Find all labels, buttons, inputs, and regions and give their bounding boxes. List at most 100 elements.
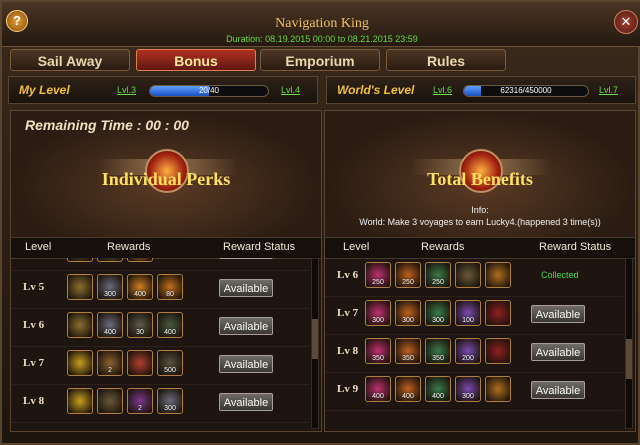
- reward-item-icon[interactable]: [485, 376, 511, 402]
- reward-item-icon[interactable]: 30: [67, 258, 93, 262]
- reward-item-icon[interactable]: 200: [97, 258, 123, 262]
- tab-sail-away[interactable]: Sail Away: [10, 49, 130, 71]
- my-level-current: Lvl.3: [117, 85, 137, 95]
- reward-quantity: 400: [134, 291, 146, 298]
- benefits-scrollbar[interactable]: [625, 258, 633, 429]
- reward-item-icon[interactable]: [67, 388, 93, 414]
- reward-item-icon[interactable]: [67, 350, 93, 376]
- close-icon[interactable]: ✕: [614, 10, 638, 34]
- world-level-bar: World's Level Lvl.6 62316/450000 Lvl.7: [326, 76, 636, 104]
- reward-item-icon[interactable]: 30: [127, 312, 153, 338]
- row-level: Lv 7: [23, 357, 45, 369]
- reward-quantity: 100: [462, 317, 474, 324]
- my-level-next: Lvl.4: [281, 85, 301, 95]
- world-level-next: Lvl.7: [599, 85, 619, 95]
- info-label: Info:: [471, 205, 489, 215]
- available-button[interactable]: Available: [531, 381, 585, 399]
- reward-items: 400 400 400 300: [365, 376, 515, 406]
- available-button[interactable]: Available: [219, 258, 273, 259]
- window-title: Navigation King: [275, 16, 369, 31]
- reward-item-icon[interactable]: 400: [395, 376, 421, 402]
- benefits-rows[interactable]: Lv 6 250 250 250 Collected Lv 7 300 300 300 100 Av…: [325, 258, 623, 431]
- available-button[interactable]: Available: [531, 305, 585, 323]
- world-level-current: Lvl.6: [433, 85, 453, 95]
- reward-item-icon[interactable]: 300: [455, 376, 481, 402]
- available-button[interactable]: Available: [219, 279, 273, 297]
- reward-item-icon[interactable]: [485, 300, 511, 326]
- reward-item-icon[interactable]: 2: [127, 388, 153, 414]
- reward-item-icon[interactable]: [127, 258, 153, 262]
- reward-item-icon[interactable]: [485, 338, 511, 364]
- my-level-progress: 20/40: [149, 85, 269, 97]
- reward-item-icon[interactable]: [127, 350, 153, 376]
- tab-emporium[interactable]: Emporium: [260, 49, 380, 71]
- reward-item-icon[interactable]: 400: [127, 274, 153, 300]
- tab-bar: Sail Away Bonus Emporium Rules: [2, 46, 640, 74]
- reward-item-icon[interactable]: 80: [157, 274, 183, 300]
- reward-items: 250 250 250: [365, 262, 515, 292]
- header-level: Level: [343, 241, 370, 253]
- reward-quantity: 2: [138, 405, 142, 412]
- reward-quantity: 400: [372, 393, 384, 400]
- reward-quantity: 300: [104, 291, 116, 298]
- tab-rules[interactable]: Rules: [386, 49, 506, 71]
- reward-item-icon[interactable]: 400: [425, 376, 451, 402]
- reward-item-icon[interactable]: 250: [365, 262, 391, 288]
- reward-quantity: 200: [98, 258, 122, 260]
- reward-item-icon[interactable]: 400: [365, 376, 391, 402]
- my-level-bar: My Level Lvl.3 20/40 Lvl.4: [8, 76, 318, 104]
- perks-title: Individual Perks: [101, 169, 231, 189]
- available-button[interactable]: Available: [219, 393, 273, 411]
- reward-item-icon[interactable]: 300: [395, 300, 421, 326]
- reward-quantity: 300: [402, 317, 414, 324]
- reward-item-icon[interactable]: 500: [157, 350, 183, 376]
- reward-item-icon[interactable]: [67, 274, 93, 300]
- reward-item-icon[interactable]: 350: [365, 338, 391, 364]
- header-level: Level: [25, 241, 52, 253]
- reward-item-icon[interactable]: 300: [97, 274, 123, 300]
- benefits-scroll-thumb[interactable]: [626, 339, 632, 379]
- reward-item-icon[interactable]: 300: [365, 300, 391, 326]
- world-level-label: World's Level: [337, 83, 415, 97]
- perks-scroll-thumb[interactable]: [312, 319, 318, 359]
- reward-item-icon[interactable]: [455, 262, 481, 288]
- event-duration: Duration: 08.19.2015 00:00 to 08.21.2015…: [226, 34, 418, 44]
- reward-item-icon[interactable]: 2: [97, 350, 123, 376]
- reward-item-icon[interactable]: 350: [395, 338, 421, 364]
- reward-quantity: 300: [164, 405, 176, 412]
- world-level-progress: 62316/450000: [463, 85, 589, 97]
- reward-item-icon[interactable]: 350: [425, 338, 451, 364]
- reward-item-icon[interactable]: 250: [395, 262, 421, 288]
- available-button[interactable]: Available: [531, 343, 585, 361]
- perks-scrollbar[interactable]: [311, 258, 319, 429]
- header-rewards: Rewards: [107, 241, 151, 253]
- reward-item-icon[interactable]: [97, 388, 123, 414]
- reward-quantity: 30: [68, 258, 92, 260]
- reward-item-icon[interactable]: 250: [425, 262, 451, 288]
- reward-item-icon[interactable]: [67, 312, 93, 338]
- reward-item-icon[interactable]: 100: [455, 300, 481, 326]
- reward-quantity: 250: [402, 279, 414, 286]
- row-level: Lv 8: [337, 345, 359, 357]
- reward-items: 2 500: [67, 350, 187, 380]
- perks-header-row: Level Rewards Reward Status: [11, 237, 321, 259]
- reward-quantity: 350: [402, 355, 414, 362]
- perks-rows[interactable]: Lv 430200AvailableLv 530040080AvailableL…: [11, 258, 309, 431]
- available-button[interactable]: Available: [219, 317, 273, 335]
- reward-item-icon[interactable]: [485, 262, 511, 288]
- tab-bonus[interactable]: Bonus: [136, 49, 256, 71]
- available-button[interactable]: Available: [219, 355, 273, 373]
- reward-item-icon[interactable]: 300: [425, 300, 451, 326]
- reward-item-icon[interactable]: 400: [97, 312, 123, 338]
- table-row: Lv 6 400 30 400 Available: [11, 308, 309, 347]
- reward-item-icon[interactable]: 200: [455, 338, 481, 364]
- reward-items: 2 300: [67, 388, 187, 418]
- benefits-title: Total Benefits: [427, 169, 533, 189]
- reward-quantity: 250: [372, 279, 384, 286]
- reward-quantity: 300: [462, 393, 474, 400]
- table-row: Lv 7 2 500 Available: [11, 346, 309, 385]
- row-level: Lv 9: [337, 383, 359, 395]
- reward-item-icon[interactable]: 300: [157, 388, 183, 414]
- reward-item-icon[interactable]: 400: [157, 312, 183, 338]
- table-row: Lv 6 250 250 250 Collected: [325, 258, 623, 297]
